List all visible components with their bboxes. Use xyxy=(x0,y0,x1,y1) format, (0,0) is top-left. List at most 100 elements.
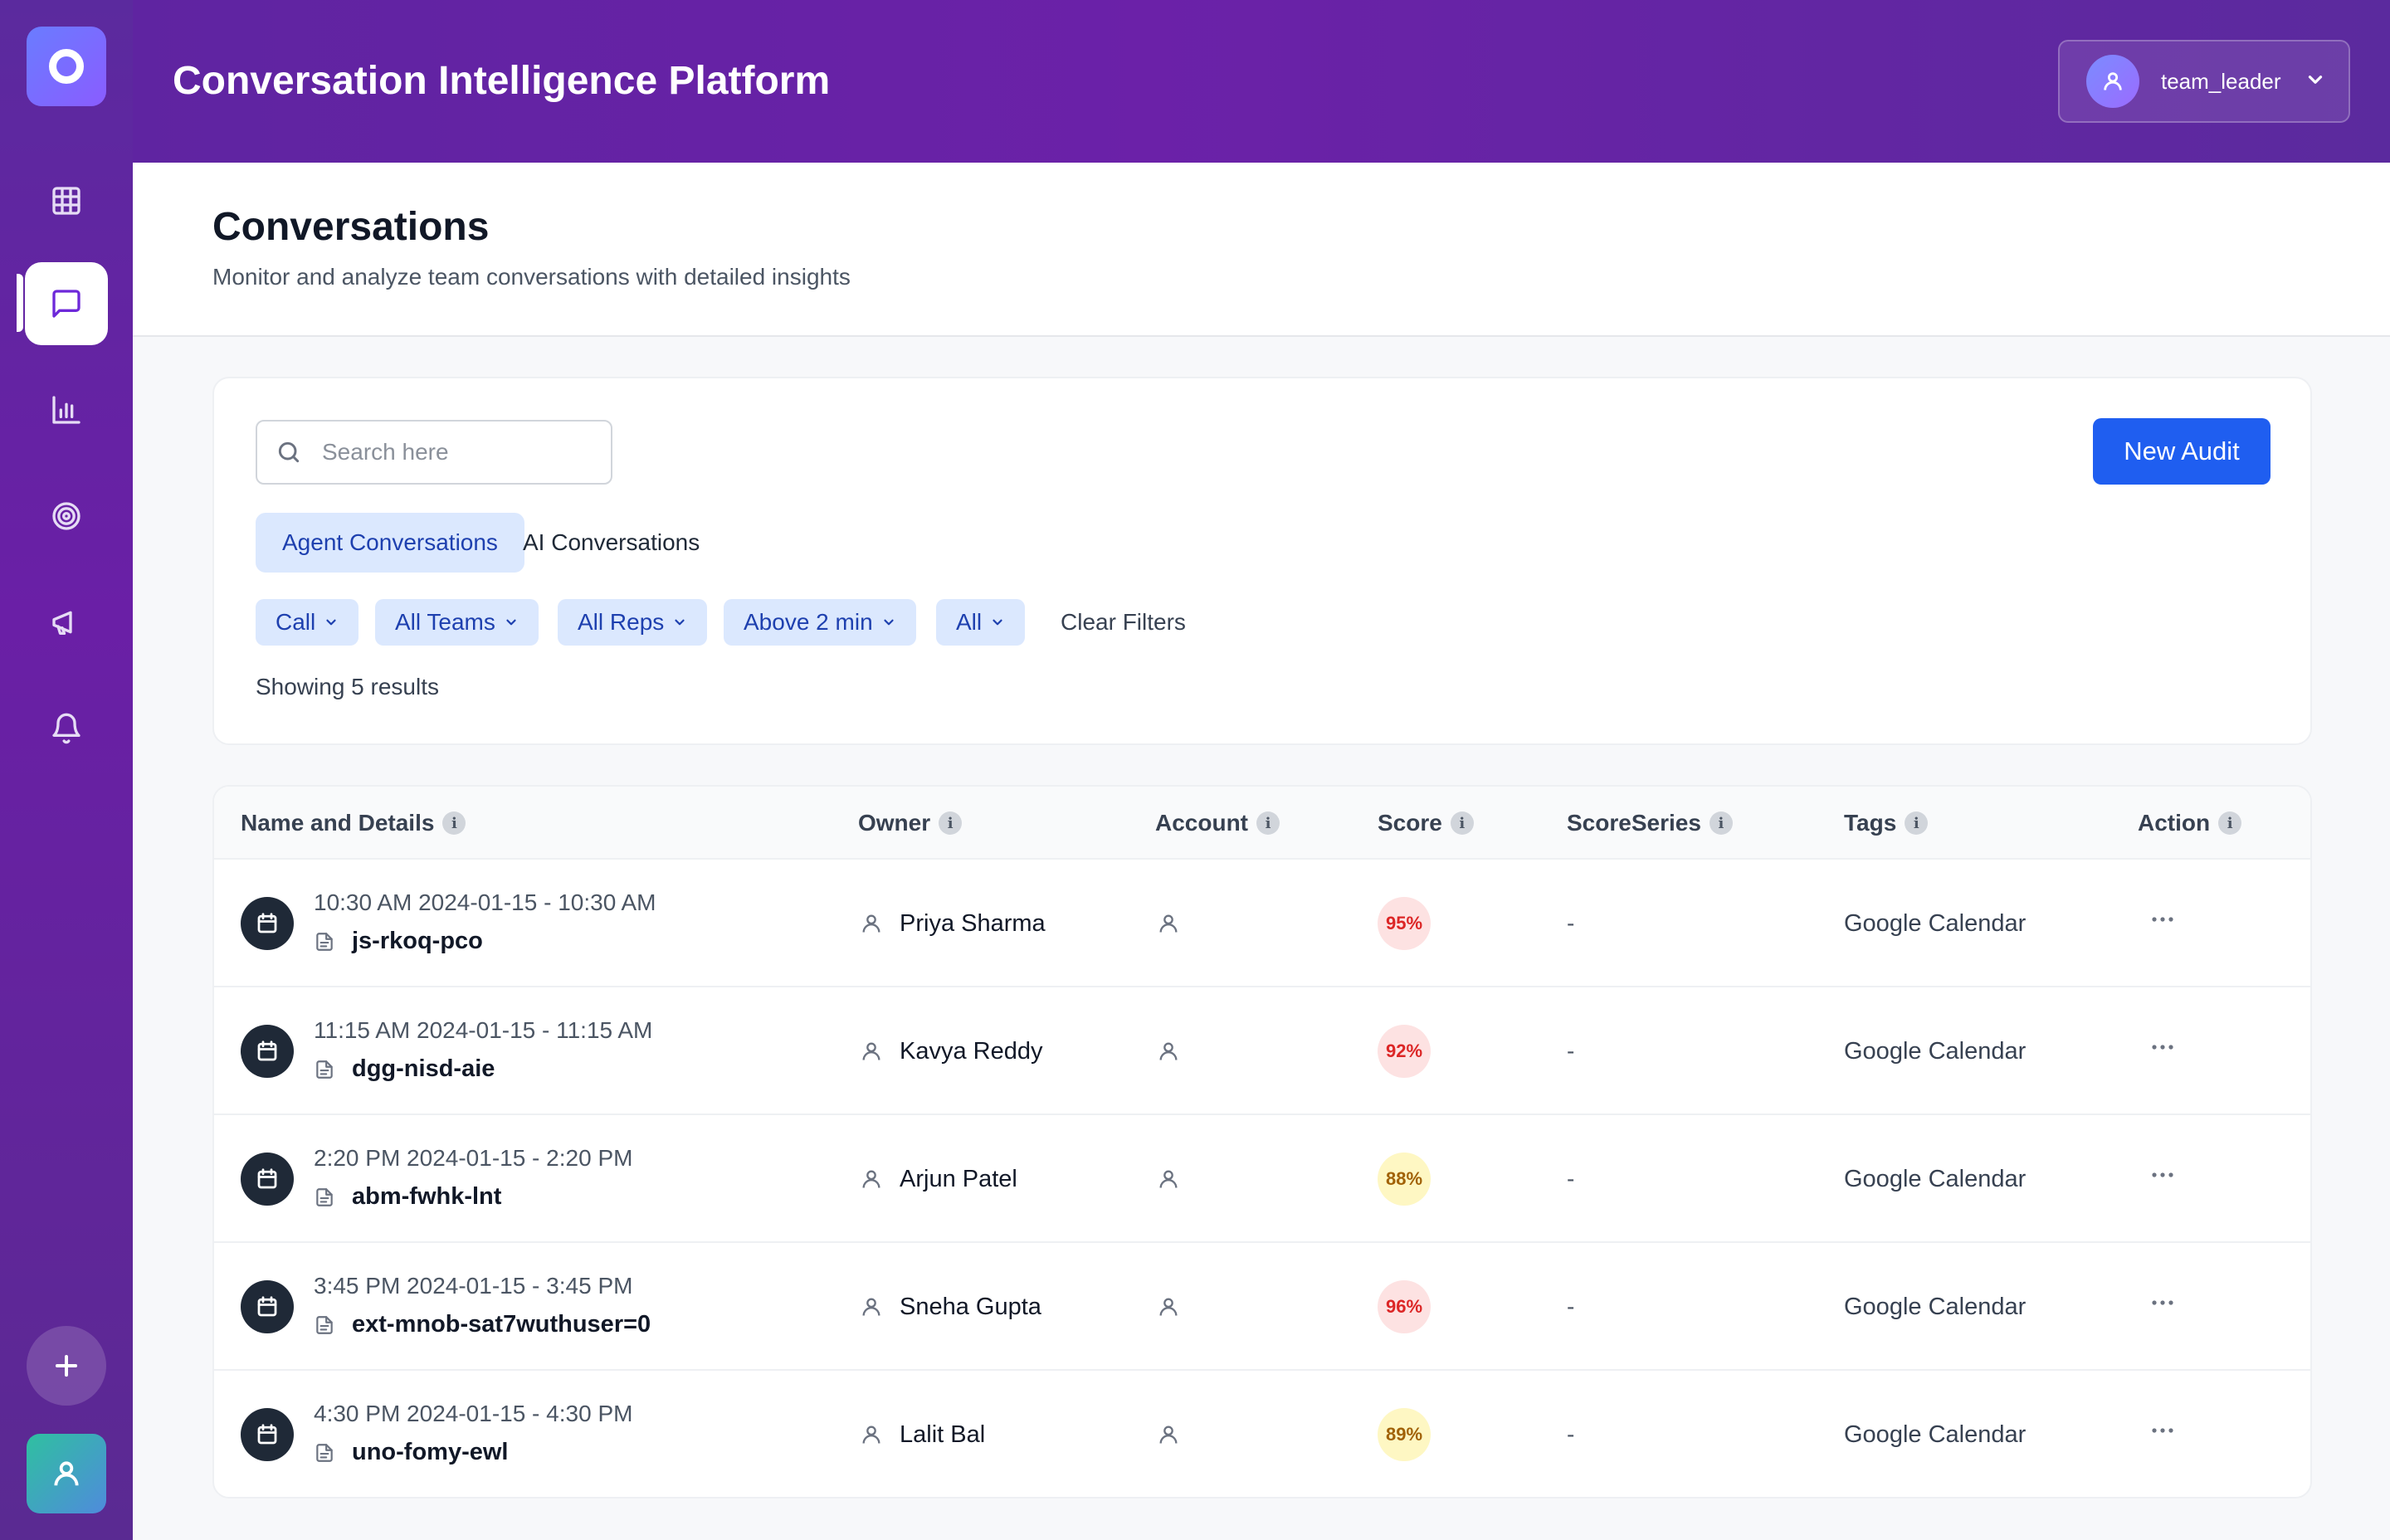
conversation-name: dgg-nisd-aie xyxy=(352,1055,495,1082)
score-badge: 96% xyxy=(1378,1280,1431,1333)
user-icon xyxy=(1159,1042,1178,1060)
filter-label: All Teams xyxy=(395,609,495,635)
score-series: - xyxy=(1567,1038,1575,1064)
user-avatar xyxy=(2086,55,2139,108)
tag-label: Google Calendar xyxy=(1844,1293,2027,1320)
nav-campaigns[interactable] xyxy=(25,581,108,664)
account-cell xyxy=(1157,987,1180,1115)
calendar-icon xyxy=(241,1025,294,1078)
table-row[interactable]: 2:20 PM 2024-01-15 - 2:20 PM abm-fwhk-ln… xyxy=(214,1115,2310,1243)
app-logo[interactable] xyxy=(27,27,106,106)
tab-agent-conversations[interactable]: Agent Conversations xyxy=(256,513,524,573)
conversation-name: uno-fomy-ewl xyxy=(352,1439,509,1465)
nav-dashboard[interactable] xyxy=(25,159,108,242)
column-header: Owner i xyxy=(858,787,963,860)
info-icon[interactable]: i xyxy=(2218,811,2242,835)
bar-chart-icon xyxy=(52,396,80,424)
info-icon[interactable]: i xyxy=(1709,811,1733,835)
owner-cell: Arjun Patel xyxy=(860,1115,1017,1243)
filter-rep[interactable]: All Reps xyxy=(558,599,708,646)
user-name: team_leader xyxy=(2161,68,2281,94)
user-icon xyxy=(1159,1298,1178,1316)
clear-filters-button[interactable]: Clear Filters xyxy=(1061,599,1186,646)
document-icon xyxy=(316,932,333,951)
calendar-icon xyxy=(241,1153,294,1206)
more-options-button[interactable] xyxy=(2144,1284,2181,1321)
nav-notifications[interactable] xyxy=(25,687,108,770)
filter-duration[interactable]: Above 2 min xyxy=(724,599,916,646)
add-button[interactable] xyxy=(27,1326,106,1406)
search-icon xyxy=(278,441,300,463)
more-options-button[interactable] xyxy=(2144,1412,2181,1449)
column-header: Account i xyxy=(1155,787,1280,860)
score-badge: 92% xyxy=(1378,1025,1431,1078)
calendar-icon xyxy=(241,1280,294,1333)
conversation-link[interactable]: abm-fwhk-lnt xyxy=(314,1183,501,1211)
table-row[interactable]: 3:45 PM 2024-01-15 - 3:45 PM ext-mnob-sa… xyxy=(214,1243,2310,1371)
conversation-time: 10:30 AM 2024-01-15 - 10:30 AM xyxy=(314,889,656,915)
conversation-link[interactable]: js-rkoq-pco xyxy=(314,928,483,955)
filter-label: Above 2 min xyxy=(744,609,873,635)
conversation-time: 4:30 PM 2024-01-15 - 4:30 PM xyxy=(314,1401,633,1426)
user-icon xyxy=(862,1425,880,1444)
owner-name: Priya Sharma xyxy=(900,909,1046,937)
user-icon xyxy=(54,1461,79,1486)
calendar-icon xyxy=(241,897,294,950)
owner-name: Arjun Patel xyxy=(900,1165,1017,1192)
owner-cell: Sneha Gupta xyxy=(860,1243,1041,1371)
user-menu[interactable]: team_leader xyxy=(2058,40,2350,123)
app-title: Conversation Intelligence Platform xyxy=(173,59,831,103)
nav-conversations[interactable] xyxy=(25,262,108,345)
owner-name: Sneha Gupta xyxy=(900,1293,1041,1320)
page-title: Conversations xyxy=(212,205,490,249)
conversation-link[interactable]: ext-mnob-sat7wuthuser=0 xyxy=(314,1311,651,1338)
top-header: Conversation Intelligence Platform team_… xyxy=(133,0,2390,163)
info-icon[interactable]: i xyxy=(1905,811,1929,835)
account-cell xyxy=(1157,1115,1180,1243)
more-options-button[interactable] xyxy=(2144,901,2181,938)
tab-ai-conversations[interactable]: AI Conversations xyxy=(513,513,710,573)
grid-icon xyxy=(52,187,80,215)
table-row[interactable]: 4:30 PM 2024-01-15 - 4:30 PM uno-fomy-ew… xyxy=(214,1371,2310,1497)
table-header: Name and Details i Owner i Account i Score i… xyxy=(214,787,2310,860)
conversation-link[interactable]: uno-fomy-ewl xyxy=(314,1439,509,1466)
table-row[interactable]: 11:15 AM 2024-01-15 - 11:15 AM dgg-nisd-… xyxy=(214,987,2310,1115)
bell-icon xyxy=(52,713,80,744)
column-header: Tags i xyxy=(1844,787,1929,860)
ellipsis-icon xyxy=(2152,1172,2173,1177)
nav-goals[interactable] xyxy=(25,475,108,558)
score-badge: 95% xyxy=(1378,897,1431,950)
search-box[interactable] xyxy=(256,420,612,485)
conversations-table: Name and Details i Owner i Account i Score i… xyxy=(212,785,2312,1499)
nav-analytics[interactable] xyxy=(25,368,108,451)
user-icon xyxy=(862,914,880,933)
owner-name: Lalit Bal xyxy=(900,1421,986,1448)
active-indicator xyxy=(17,274,23,332)
conversation-link[interactable]: dgg-nisd-aie xyxy=(314,1055,495,1083)
info-icon[interactable]: i xyxy=(1256,811,1280,835)
filter-label: All Reps xyxy=(578,609,665,635)
megaphone-icon xyxy=(52,611,72,635)
more-options-button[interactable] xyxy=(2144,1157,2181,1193)
filter-all[interactable]: All xyxy=(936,599,1026,646)
user-icon xyxy=(862,1298,880,1316)
conversation-time: 11:15 AM 2024-01-15 - 11:15 AM xyxy=(314,1017,653,1043)
filter-team[interactable]: All Teams xyxy=(375,599,539,646)
search-input[interactable] xyxy=(322,439,588,465)
more-options-button[interactable] xyxy=(2144,1029,2181,1065)
score-series: - xyxy=(1567,1166,1575,1192)
conversation-time: 2:20 PM 2024-01-15 - 2:20 PM xyxy=(314,1145,633,1171)
filter-type[interactable]: Call xyxy=(256,599,359,646)
document-icon xyxy=(316,1443,333,1462)
user-icon xyxy=(862,1042,880,1060)
owner-name: Kavya Reddy xyxy=(900,1037,1043,1065)
info-icon[interactable]: i xyxy=(1450,811,1474,835)
table-row[interactable]: 10:30 AM 2024-01-15 - 10:30 AM js-rkoq-p… xyxy=(214,860,2310,987)
filter-card: New Audit Agent Conversations AI Convers… xyxy=(212,377,2312,745)
profile-button[interactable] xyxy=(27,1434,106,1513)
new-audit-button[interactable]: New Audit xyxy=(2093,418,2270,485)
chevron-down-icon xyxy=(326,619,336,626)
info-icon[interactable]: i xyxy=(442,811,466,835)
info-icon[interactable]: i xyxy=(939,811,963,835)
column-header: Action i xyxy=(2138,787,2242,860)
